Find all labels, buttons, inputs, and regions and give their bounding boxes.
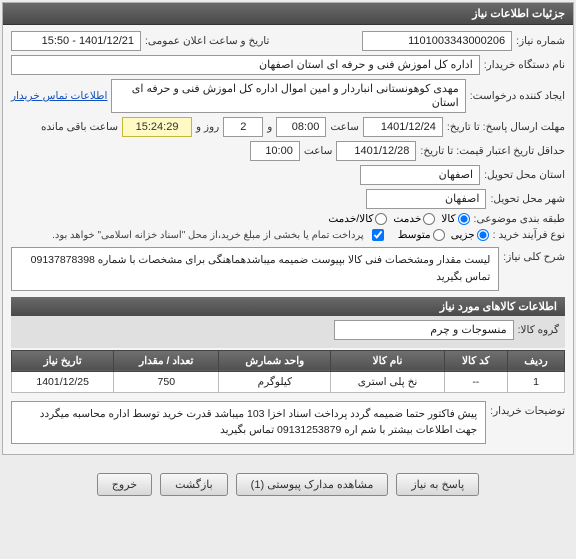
requester-label: ایجاد کننده درخواست: [470, 90, 565, 102]
panel-title: جزئیات اطلاعات نیاز [3, 3, 573, 25]
radio-service[interactable]: خدمت [393, 213, 435, 225]
days-after: روز و [196, 121, 219, 133]
cell-qty: 750 [114, 371, 219, 392]
purchase-radio-group: جزیی متوسط [398, 229, 489, 241]
contact-link[interactable]: اطلاعات تماس خریدار [11, 90, 107, 102]
remain-after: ساعت باقی مانده [41, 121, 118, 133]
th-row: ردیف [508, 350, 565, 371]
valid-time: 10:00 [250, 141, 300, 161]
cell-row: 1 [508, 371, 565, 392]
days-value: 2 [223, 117, 263, 137]
need-no-value: 1101003343000206 [362, 31, 512, 51]
city-label: شهر محل تحویل: [490, 193, 565, 205]
remain-value: 15:24:29 [122, 117, 192, 137]
requester-value: مهدی کوهونستانی انباردار و امین اموال اد… [111, 79, 465, 113]
deadline-label: مهلت ارسال پاسخ: تا تاریخ: [447, 121, 565, 133]
desc-text: لیست مقدار ومشخصات فنی کالا بپیوست ضمیمه… [11, 247, 499, 291]
province-label: استان محل تحویل: [484, 169, 565, 181]
purchase-type-label: نوع فرآیند خرید : [493, 229, 565, 241]
group-label: گروه کالا: [518, 324, 559, 336]
valid-date: 1401/12/28 [336, 141, 416, 161]
city-value: اصفهان [366, 189, 486, 209]
desc-label: شرح کلی نیاز: [503, 247, 565, 263]
payment-note: پرداخت تمام یا بخشی از مبلغ خرید،از محل … [52, 230, 364, 241]
footer-buttons: پاسخ به نیاز مشاهده مدارک پیوستی (1) باز… [0, 467, 576, 502]
cell-unit: کیلوگرم [219, 371, 331, 392]
announce-label: تاریخ و ساعت اعلان عمومی: [145, 35, 269, 47]
time-label-2: ساعت [304, 145, 333, 157]
th-date: تاریخ نیاز [12, 350, 114, 371]
buyer-label: نام دستگاه خریدار: [484, 59, 565, 71]
payment-checkbox[interactable] [372, 229, 384, 241]
class-label: طبقه بندی موضوعی: [474, 213, 565, 225]
radio-goods[interactable]: کالا [441, 213, 469, 225]
buyer-note-text: پیش فاکتور حتما ضمیمه گردد پرداخت اسناد … [11, 401, 486, 445]
table-row: 1 -- نخ پلی استری کیلوگرم 750 1401/12/25 [12, 371, 565, 392]
buyer-value: اداره کل اموزش فنی و حرفه ای استان اصفها… [11, 55, 480, 75]
province-value: اصفهان [360, 165, 480, 185]
respond-button[interactable]: پاسخ به نیاز [396, 473, 479, 496]
day-and: و [267, 121, 272, 133]
radio-both[interactable]: کالا/خدمت [328, 213, 387, 225]
th-code: کد کالا [444, 350, 507, 371]
cell-date: 1401/12/25 [12, 371, 114, 392]
attachments-button[interactable]: مشاهده مدارک پیوستی (1) [236, 473, 389, 496]
class-radio-group: کالا خدمت کالا/خدمت [328, 213, 469, 225]
time-label-1: ساعت [330, 121, 359, 133]
need-no-label: شماره نیاز: [516, 35, 565, 47]
goods-table: ردیف کد کالا نام کالا واحد شمارش تعداد /… [11, 350, 565, 393]
exit-button[interactable]: خروج [97, 473, 152, 496]
deadline-time: 08:00 [276, 117, 326, 137]
announce-value: 1401/12/21 - 15:50 [11, 31, 141, 51]
group-value: منسوجات و چرم [334, 320, 514, 340]
goods-section-title: اطلاعات کالاهای مورد نیاز [11, 297, 565, 316]
radio-medium[interactable]: متوسط [398, 229, 445, 241]
th-unit: واحد شمارش [219, 350, 331, 371]
th-qty: تعداد / مقدار [114, 350, 219, 371]
cell-code: -- [444, 371, 507, 392]
cell-name: نخ پلی استری [331, 371, 444, 392]
valid-label: حداقل تاریخ اعتبار قیمت: تا تاریخ: [420, 145, 565, 157]
back-button[interactable]: بازگشت [160, 473, 228, 496]
radio-small[interactable]: جزیی [451, 229, 489, 241]
buyer-note-label: توضیحات خریدار: [490, 401, 565, 417]
th-name: نام کالا [331, 350, 444, 371]
deadline-date: 1401/12/24 [363, 117, 443, 137]
